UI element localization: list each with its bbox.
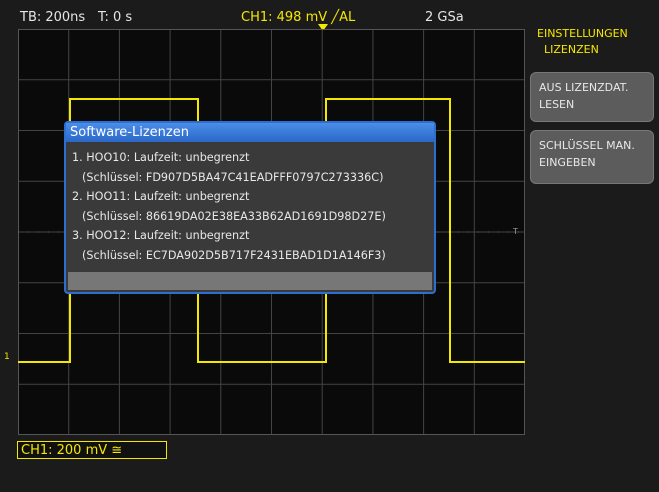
channel-scale-box[interactable]: CH1: 200 mV ≅ [17,441,167,459]
sample-rate-readout: 2 GSa [425,10,464,25]
trigger-level-marker: T [513,227,518,236]
status-bar: TB: 200ns T: 0 s CH1: 498 mV ╱AL 2 GSa [0,0,525,31]
dialog-footer [68,272,432,290]
enter-key-manually-button[interactable]: SCHLÜSSEL MAN. EINGEBEN [530,130,654,184]
enter-key-manually-label-2: EINGEBEN [539,156,596,169]
read-license-file-button[interactable]: AUS LIZENZDAT. LESEN [530,72,654,122]
software-licenses-dialog: Software-Lizenzen 1. HOO10: Laufzeit: un… [64,121,436,294]
enter-key-manually-label-1: SCHLÜSSEL MAN. [539,139,635,152]
license-entry-1: 1. HOO10: Laufzeit: unbegrenzt [72,151,250,164]
channel-ground-marker: 1 [4,352,10,362]
trigger-time-readout: T: 0 s [98,10,133,25]
license-entry-2: 2. HOO11: Laufzeit: unbegrenzt [72,190,250,203]
menu-title-line2: LIZENZEN [544,43,599,56]
license-key-3: (Schlüssel: EC7DA902D5B717F2431EBAD1D1A1… [82,248,386,262]
read-license-file-label-1: AUS LIZENZDAT. [539,81,629,94]
read-license-file-label-2: LESEN [539,98,575,111]
license-entry-3: 3. HOO12: Laufzeit: unbegrenzt [72,229,250,242]
channel-readout: CH1: 498 mV ╱AL [241,10,356,25]
timebase-readout: TB: 200ns [20,10,86,25]
license-list: 1. HOO10: Laufzeit: unbegrenzt (Schlüsse… [66,142,434,265]
dialog-title: Software-Lizenzen [66,123,434,142]
menu-title-line1: EINSTELLUNGEN [537,27,628,40]
license-key-1: (Schlüssel: FD907D5BA47C41EADFFF0797C273… [82,170,384,184]
menu-title: EINSTELLUNGEN LIZENZEN [537,26,628,58]
side-menu: EINSTELLUNGEN LIZENZEN AUS LIZENZDAT. LE… [527,0,659,492]
license-key-2: (Schlüssel: 86619DA02E38EA33B62AD1691D98… [82,209,386,223]
